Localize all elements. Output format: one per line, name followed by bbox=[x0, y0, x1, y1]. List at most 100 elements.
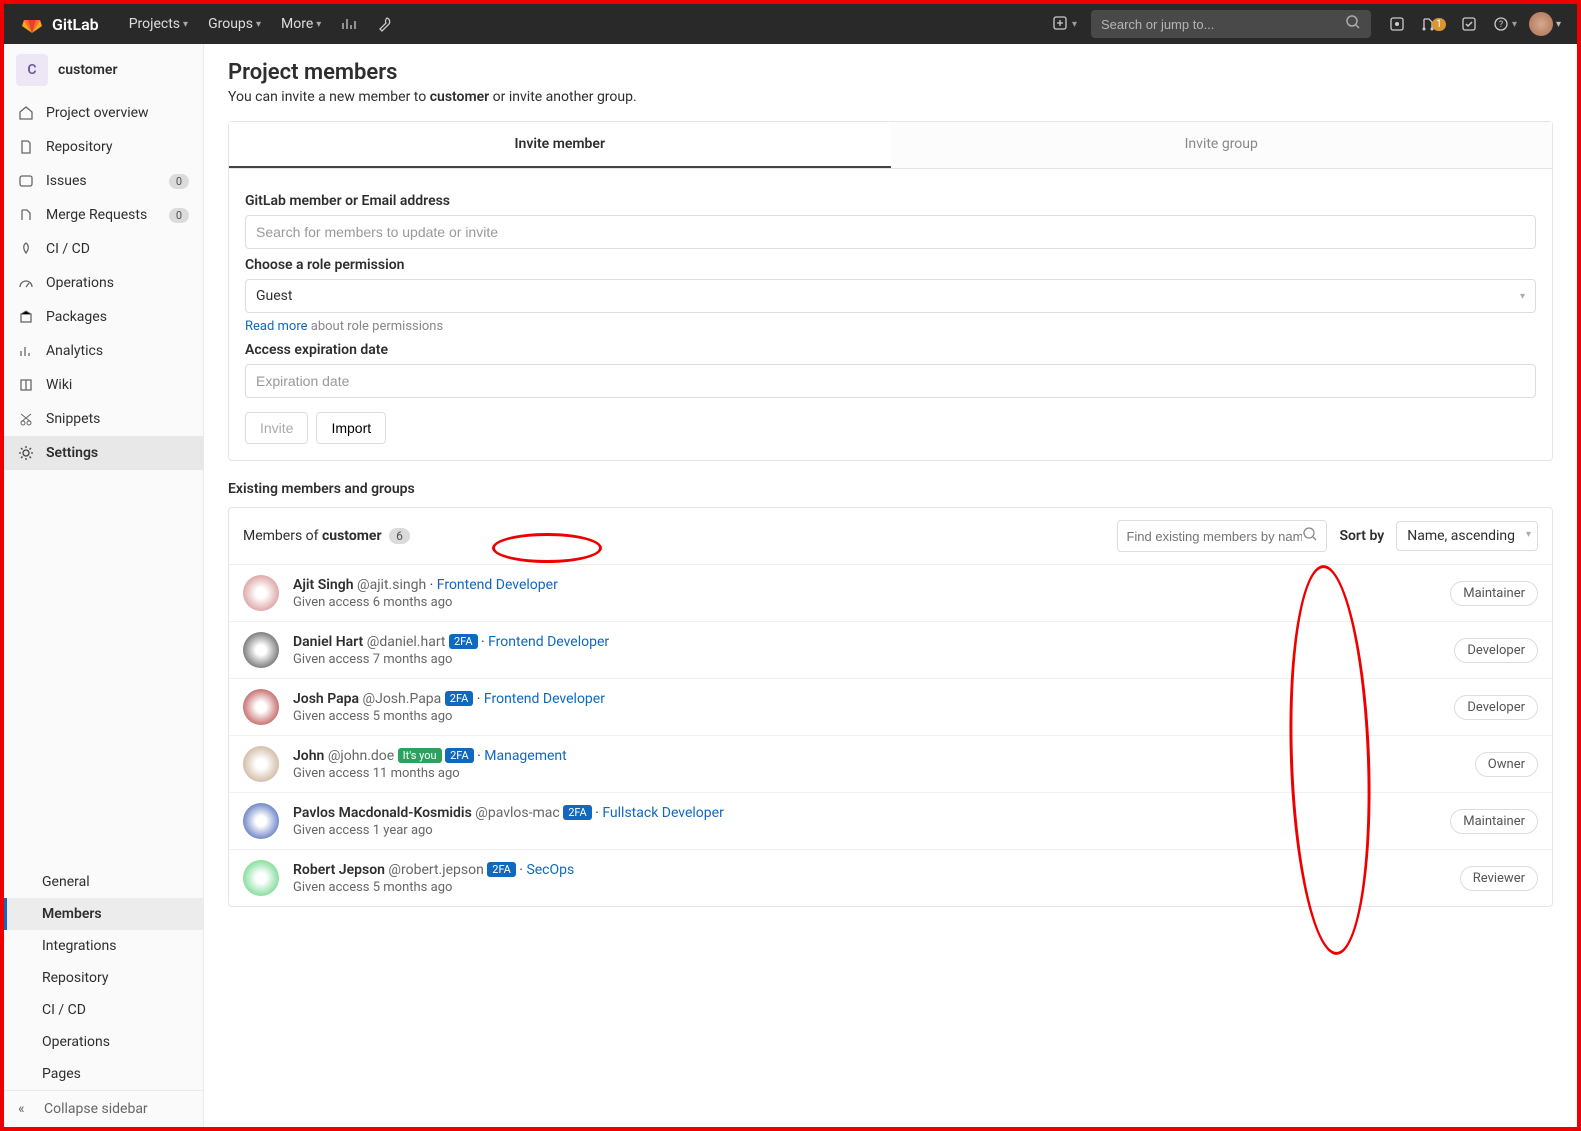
issue-icon bbox=[18, 173, 34, 189]
sidebar-item-snippets[interactable]: Snippets bbox=[4, 402, 203, 436]
sidebar-item-operations[interactable]: Operations bbox=[4, 266, 203, 300]
member-count-badge: 6 bbox=[389, 528, 410, 544]
member-avatar[interactable] bbox=[243, 575, 279, 611]
member-avatar[interactable] bbox=[243, 632, 279, 668]
twofa-badge: 2FA bbox=[445, 691, 474, 706]
global-search[interactable] bbox=[1091, 10, 1371, 38]
sidebar-item-analytics[interactable]: Analytics bbox=[4, 334, 203, 368]
member-avatar[interactable] bbox=[243, 860, 279, 896]
find-members-box[interactable] bbox=[1117, 520, 1327, 552]
nav-more[interactable]: More▾ bbox=[271, 4, 331, 44]
search-icon bbox=[1302, 526, 1318, 546]
meter-icon bbox=[18, 275, 34, 291]
member-avatar[interactable] bbox=[243, 803, 279, 839]
plus-icon[interactable]: ▾ bbox=[1047, 4, 1083, 44]
member-avatar[interactable] bbox=[243, 746, 279, 782]
member-identity: John @john.doe It's you 2FA · Management bbox=[293, 748, 1461, 764]
member-avatar[interactable] bbox=[243, 689, 279, 725]
svg-text:?: ? bbox=[1499, 20, 1503, 30]
member-title-link[interactable]: Frontend Developer bbox=[437, 577, 558, 593]
issues-icon[interactable] bbox=[1379, 4, 1415, 44]
count-badge: 0 bbox=[169, 208, 189, 223]
member-name[interactable]: Daniel Hart bbox=[293, 634, 363, 650]
permission-pill[interactable]: Maintainer bbox=[1450, 809, 1538, 834]
member-username: @robert.jepson bbox=[388, 862, 483, 878]
role-help: Read more about role permissions bbox=[245, 319, 1536, 334]
user-avatar[interactable] bbox=[1529, 12, 1553, 36]
tab-invite-group[interactable]: Invite group bbox=[891, 122, 1553, 168]
sidebar-item-repository[interactable]: Repository bbox=[4, 130, 203, 164]
member-title-link[interactable]: SecOps bbox=[526, 862, 574, 878]
sidebar-item-packages[interactable]: Packages bbox=[4, 300, 203, 334]
merge-requests-icon[interactable]: 1 bbox=[1415, 4, 1451, 44]
member-title-link[interactable]: Management bbox=[484, 748, 566, 764]
permission-pill[interactable]: Developer bbox=[1454, 638, 1538, 663]
sidebar-item-cicd[interactable]: CI / CD bbox=[4, 232, 203, 266]
wrench-icon[interactable] bbox=[367, 4, 403, 44]
subnav-general[interactable]: General bbox=[4, 866, 203, 898]
role-select[interactable]: Guest ▾ bbox=[245, 279, 1536, 313]
member-access-info: Given access 1 year ago bbox=[293, 823, 1436, 838]
subnav-cicd[interactable]: CI / CD bbox=[4, 994, 203, 1026]
member-name[interactable]: Ajit Singh bbox=[293, 577, 354, 593]
invite-button[interactable]: Invite bbox=[245, 412, 308, 444]
home-icon bbox=[18, 105, 34, 121]
sidebar-item-issues[interactable]: Issues0 bbox=[4, 164, 203, 198]
subnav-members[interactable]: Members bbox=[4, 898, 203, 930]
members-header-title: Members of customer 6 bbox=[243, 528, 1105, 544]
search-input[interactable] bbox=[1101, 17, 1345, 32]
sort-dropdown[interactable]: Name, ascending ▾ bbox=[1396, 521, 1538, 551]
sidebar-item-settings[interactable]: Settings bbox=[4, 436, 203, 470]
member-name[interactable]: Robert Jepson bbox=[293, 862, 385, 878]
permission-pill[interactable]: Maintainer bbox=[1450, 581, 1538, 606]
sidebar-item-merge-requests[interactable]: Merge Requests0 bbox=[4, 198, 203, 232]
collapse-sidebar[interactable]: « Collapse sidebar bbox=[4, 1090, 203, 1127]
member-row: Daniel Hart @daniel.hart 2FA · Frontend … bbox=[229, 622, 1552, 679]
expiration-input[interactable] bbox=[245, 364, 1536, 398]
subnav-pages[interactable]: Pages bbox=[4, 1058, 203, 1090]
member-search-input[interactable] bbox=[245, 215, 1536, 249]
nav-projects[interactable]: Projects▾ bbox=[119, 4, 198, 44]
activity-icon[interactable] bbox=[331, 4, 367, 44]
member-title-link[interactable]: Frontend Developer bbox=[484, 691, 605, 707]
member-name[interactable]: Josh Papa bbox=[293, 691, 359, 707]
permission-pill[interactable]: Developer bbox=[1454, 695, 1538, 720]
subnav-repository[interactable]: Repository bbox=[4, 962, 203, 994]
nav-groups[interactable]: Groups▾ bbox=[198, 4, 271, 44]
member-row: Robert Jepson @robert.jepson 2FA · SecOp… bbox=[229, 850, 1552, 906]
help-icon[interactable]: ?▾ bbox=[1487, 4, 1523, 44]
member-row: Josh Papa @Josh.Papa 2FA · Frontend Deve… bbox=[229, 679, 1552, 736]
member-row: Ajit Singh @ajit.singh · Frontend Develo… bbox=[229, 565, 1552, 622]
invite-panel: Invite member Invite group GitLab member… bbox=[228, 121, 1553, 461]
member-username: @Josh.Papa bbox=[363, 691, 442, 707]
subnav-operations[interactable]: Operations bbox=[4, 1026, 203, 1058]
member-access-info: Given access 5 months ago bbox=[293, 880, 1446, 895]
members-panel: Members of customer 6 Sort by Name, asce… bbox=[228, 507, 1553, 907]
brand[interactable]: GitLab bbox=[52, 15, 99, 34]
project-context[interactable]: C customer bbox=[4, 44, 203, 96]
tab-invite-member[interactable]: Invite member bbox=[229, 122, 891, 168]
member-name[interactable]: Pavlos Macdonald-Kosmidis bbox=[293, 805, 472, 821]
chevron-down-icon: ▾ bbox=[256, 19, 261, 30]
twofa-badge: 2FA bbox=[487, 862, 516, 877]
permission-pill[interactable]: Reviewer bbox=[1460, 866, 1538, 891]
gear-icon bbox=[18, 445, 34, 461]
its-you-badge: It's you bbox=[398, 748, 442, 763]
todos-icon[interactable] bbox=[1451, 4, 1487, 44]
topbar: GitLab Projects▾ Groups▾ More▾ ▾ 1 ?▾ ▾ bbox=[4, 4, 1577, 44]
permission-pill[interactable]: Owner bbox=[1475, 752, 1538, 777]
gitlab-logo-icon[interactable] bbox=[20, 10, 52, 38]
twofa-badge: 2FA bbox=[563, 805, 592, 820]
member-title-link[interactable]: Frontend Developer bbox=[488, 634, 609, 650]
import-button[interactable]: Import bbox=[316, 412, 386, 444]
read-more-link[interactable]: Read more bbox=[245, 319, 308, 334]
subnav-integrations[interactable]: Integrations bbox=[4, 930, 203, 962]
sidebar-item-overview[interactable]: Project overview bbox=[4, 96, 203, 130]
members-header: Members of customer 6 Sort by Name, asce… bbox=[229, 508, 1552, 565]
member-name[interactable]: John bbox=[293, 748, 324, 764]
member-title-link[interactable]: Fullstack Developer bbox=[602, 805, 724, 821]
find-members-input[interactable] bbox=[1126, 529, 1302, 544]
merge-icon bbox=[18, 207, 34, 223]
sidebar-item-wiki[interactable]: Wiki bbox=[4, 368, 203, 402]
project-name: customer bbox=[58, 62, 118, 78]
